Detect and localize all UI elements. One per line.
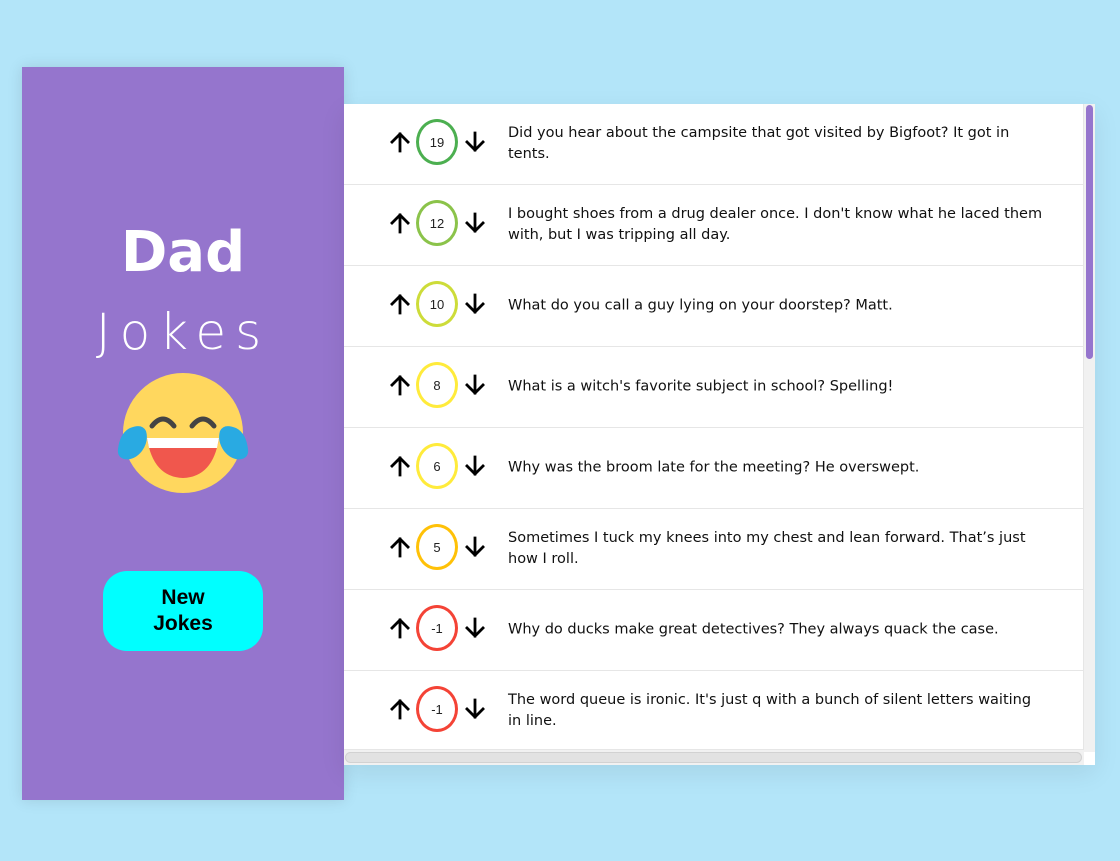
score-badge: 8 [416,362,458,408]
vote-controls: -1 [388,686,487,732]
vote-controls: 19 [388,119,487,165]
vote-controls: 12 [388,200,487,246]
score-badge: -1 [416,605,458,651]
downvote-arrow-icon[interactable] [463,211,487,235]
score-badge: 6 [416,443,458,489]
joke-text: Why was the broom late for the meeting? … [508,459,920,476]
upvote-arrow-icon[interactable] [388,373,412,397]
vote-controls: 5 [388,524,487,570]
score-badge: 19 [416,119,458,165]
score-badge: 12 [416,200,458,246]
upvote-arrow-icon[interactable] [388,535,412,559]
vote-controls: 8 [388,362,487,408]
downvote-arrow-icon[interactable] [463,454,487,478]
joke-row: 10 What do you call a guy lying on your … [344,266,1084,347]
joke-text: Sometimes I tuck my knees into my chest … [508,530,1026,567]
downvote-arrow-icon[interactable] [463,130,487,154]
horizontal-scrollbar[interactable] [344,749,1084,765]
joke-text: What do you call a guy lying on your doo… [508,297,893,314]
joke-text: Why do ducks make great detectives? They… [508,621,999,638]
joke-row: -1 The word queue is ironic. It's just q… [344,671,1084,752]
joke-row: 19 Did you hear about the campsite that … [344,104,1084,185]
joke-row: 8 What is a witch's favorite subject in … [344,347,1084,428]
app-subtitle: Jokes [95,303,271,361]
joke-text: Did you hear about the campsite that got… [508,125,1010,162]
app-title: Dad [120,220,246,285]
joke-list: 19 Did you hear about the campsite that … [344,104,1084,752]
upvote-arrow-icon[interactable] [388,616,412,640]
upvote-arrow-icon[interactable] [388,130,412,154]
joke-row: 5 Sometimes I tuck my knees into my ches… [344,509,1084,590]
downvote-arrow-icon[interactable] [463,535,487,559]
joke-text: The word queue is ironic. It's just q wi… [508,692,1032,729]
vote-controls: 6 [388,443,487,489]
downvote-arrow-icon[interactable] [463,373,487,397]
vote-controls: -1 [388,605,487,651]
upvote-arrow-icon[interactable] [388,697,412,721]
vertical-scrollbar[interactable] [1083,104,1095,752]
joke-row: 6 Why was the broom late for the meeting… [344,428,1084,509]
vertical-scrollbar-thumb[interactable] [1086,105,1093,359]
upvote-arrow-icon[interactable] [388,211,412,235]
score-badge: 5 [416,524,458,570]
horizontal-scrollbar-thumb[interactable] [345,752,1082,763]
upvote-arrow-icon[interactable] [388,454,412,478]
joke-text: What is a witch's favorite subject in sc… [508,378,894,395]
face-with-tears-of-joy-icon [116,371,250,495]
vote-controls: 10 [388,281,487,327]
score-badge: 10 [416,281,458,327]
new-jokes-button[interactable]: New Jokes [103,571,263,651]
jokes-panel: 19 Did you hear about the campsite that … [344,104,1095,765]
joke-row: 12 I bought shoes from a drug dealer onc… [344,185,1084,266]
sidebar: Dad Jokes New Jokes [22,67,344,800]
downvote-arrow-icon[interactable] [463,292,487,316]
downvote-arrow-icon[interactable] [463,697,487,721]
upvote-arrow-icon[interactable] [388,292,412,316]
joke-row: -1 Why do ducks make great detectives? T… [344,590,1084,671]
score-badge: -1 [416,686,458,732]
downvote-arrow-icon[interactable] [463,616,487,640]
joke-text: I bought shoes from a drug dealer once. … [508,206,1043,243]
